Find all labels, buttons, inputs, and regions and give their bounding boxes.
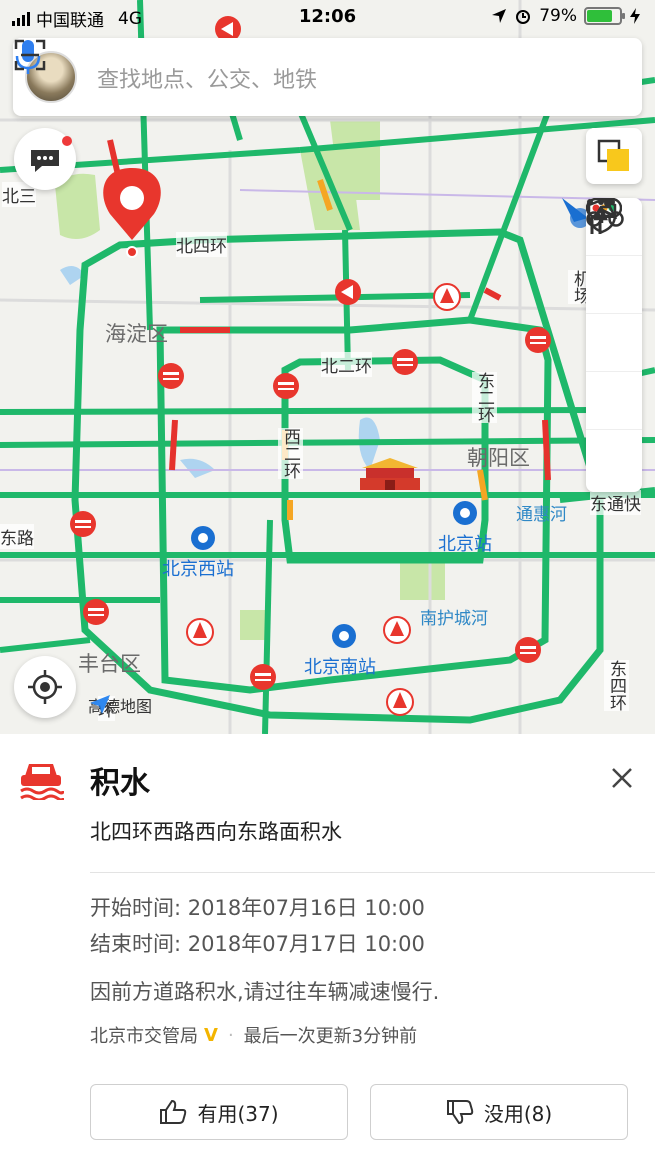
source-row: 北京市交管局 V · 最后一次更新3分钟前 xyxy=(90,1022,417,1048)
map-label-beijing-west: 北京西站 xyxy=(162,559,234,580)
map-label-beierhuan: 北二环 xyxy=(321,352,372,377)
map-view[interactable]: 北四环 海淀区 北二环 西二环 东二环 朝阳区 通惠河 东通快 北京西站 北京站… xyxy=(0,0,655,734)
useful-label: 有用(37) xyxy=(197,1101,279,1126)
map-label-xierhuan: 西二环 xyxy=(278,428,303,479)
locate-button[interactable] xyxy=(14,656,76,718)
close-icon[interactable] xyxy=(608,764,636,792)
thumbs-down-icon xyxy=(446,1100,474,1125)
update-time: 最后一次更新3分钟前 xyxy=(243,1026,418,1047)
search-input[interactable]: 查找地点、公交、地铁 xyxy=(97,62,317,94)
thumbs-up-icon xyxy=(160,1099,187,1124)
map-label-beijing-south: 北京南站 xyxy=(304,657,376,678)
useless-label: 没用(8) xyxy=(483,1101,553,1126)
start-time-row: 开始时间: 2018年07月16日 10:00 xyxy=(90,892,425,922)
source-name: 北京市交管局 xyxy=(90,1026,198,1047)
start-time-label: 开始时间: xyxy=(90,896,182,920)
alarm-icon xyxy=(516,10,531,24)
layers-icon xyxy=(597,139,629,171)
more-button[interactable] xyxy=(586,199,642,488)
map-logo: 高德地图 xyxy=(88,693,152,717)
message-button[interactable] xyxy=(14,128,76,190)
map-label-tonghuihe: 通惠河 xyxy=(516,505,567,525)
useless-button[interactable]: 没用(8) xyxy=(370,1084,628,1140)
locate-icon xyxy=(28,670,62,704)
verified-badge: V xyxy=(204,1024,218,1046)
event-description: 北四环西路西向东路面积水 xyxy=(90,820,342,844)
event-title: 积水 xyxy=(90,766,150,801)
end-time-label: 结束时间: xyxy=(90,932,182,956)
search-bar[interactable]: 查找地点、公交、地铁 xyxy=(13,38,642,116)
map-label-dongtong: 东通快 xyxy=(590,490,641,515)
charging-icon xyxy=(630,8,640,24)
map-label-fengtai: 丰台区 xyxy=(78,652,141,676)
walk-button[interactable] xyxy=(586,199,642,314)
map-label-beisihuan: 北四环 xyxy=(176,232,227,257)
map-label-dongerhuan: 东二环 xyxy=(472,372,497,423)
map-tools-panel xyxy=(586,198,642,492)
amap-logo-icon xyxy=(90,695,110,714)
end-time-value: 2018年07月17日 10:00 xyxy=(187,932,425,956)
map-label-lu-edge: 东路 xyxy=(0,524,34,549)
status-bar: 中国联通 4G 12:06 79% xyxy=(0,0,655,34)
battery-icon xyxy=(584,7,625,25)
bike-button[interactable] xyxy=(586,199,642,372)
location-arrow-icon xyxy=(492,9,507,23)
battery-percent: 79% xyxy=(539,6,577,26)
layers-button[interactable] xyxy=(586,128,642,184)
safety-button[interactable] xyxy=(586,198,642,430)
notification-dot xyxy=(62,136,72,146)
map-label-dongsihuan: 东四环 xyxy=(604,660,629,711)
separator-dot: · xyxy=(227,1024,234,1046)
flood-icon xyxy=(20,764,64,800)
useful-button[interactable]: 有用(37) xyxy=(90,1084,348,1140)
scan-icon[interactable] xyxy=(13,38,47,72)
map-label-nanhuchenghe: 南护城河 xyxy=(420,609,488,629)
event-detail-panel: 积水 北四环西路西向东路面积水 开始时间: 2018年07月16日 10:00 … xyxy=(0,734,655,1165)
end-time-row: 结束时间: 2018年07月17日 10:00 xyxy=(90,928,425,958)
map-label-chaoyang: 朝阳区 xyxy=(467,446,530,470)
event-notice: 因前方道路积水,请过往车辆减速慢行. xyxy=(90,980,440,1004)
map-label-haidian: 海淀区 xyxy=(105,322,168,346)
more-icon xyxy=(587,199,615,205)
start-time-value: 2018年07月16日 10:00 xyxy=(187,896,425,920)
divider xyxy=(90,872,655,873)
app-screen: 北四环 海淀区 北二环 西二环 东二环 朝阳区 通惠河 东通快 北京西站 北京站… xyxy=(0,0,655,1165)
map-label-beijing-station: 北京站 xyxy=(438,534,492,555)
